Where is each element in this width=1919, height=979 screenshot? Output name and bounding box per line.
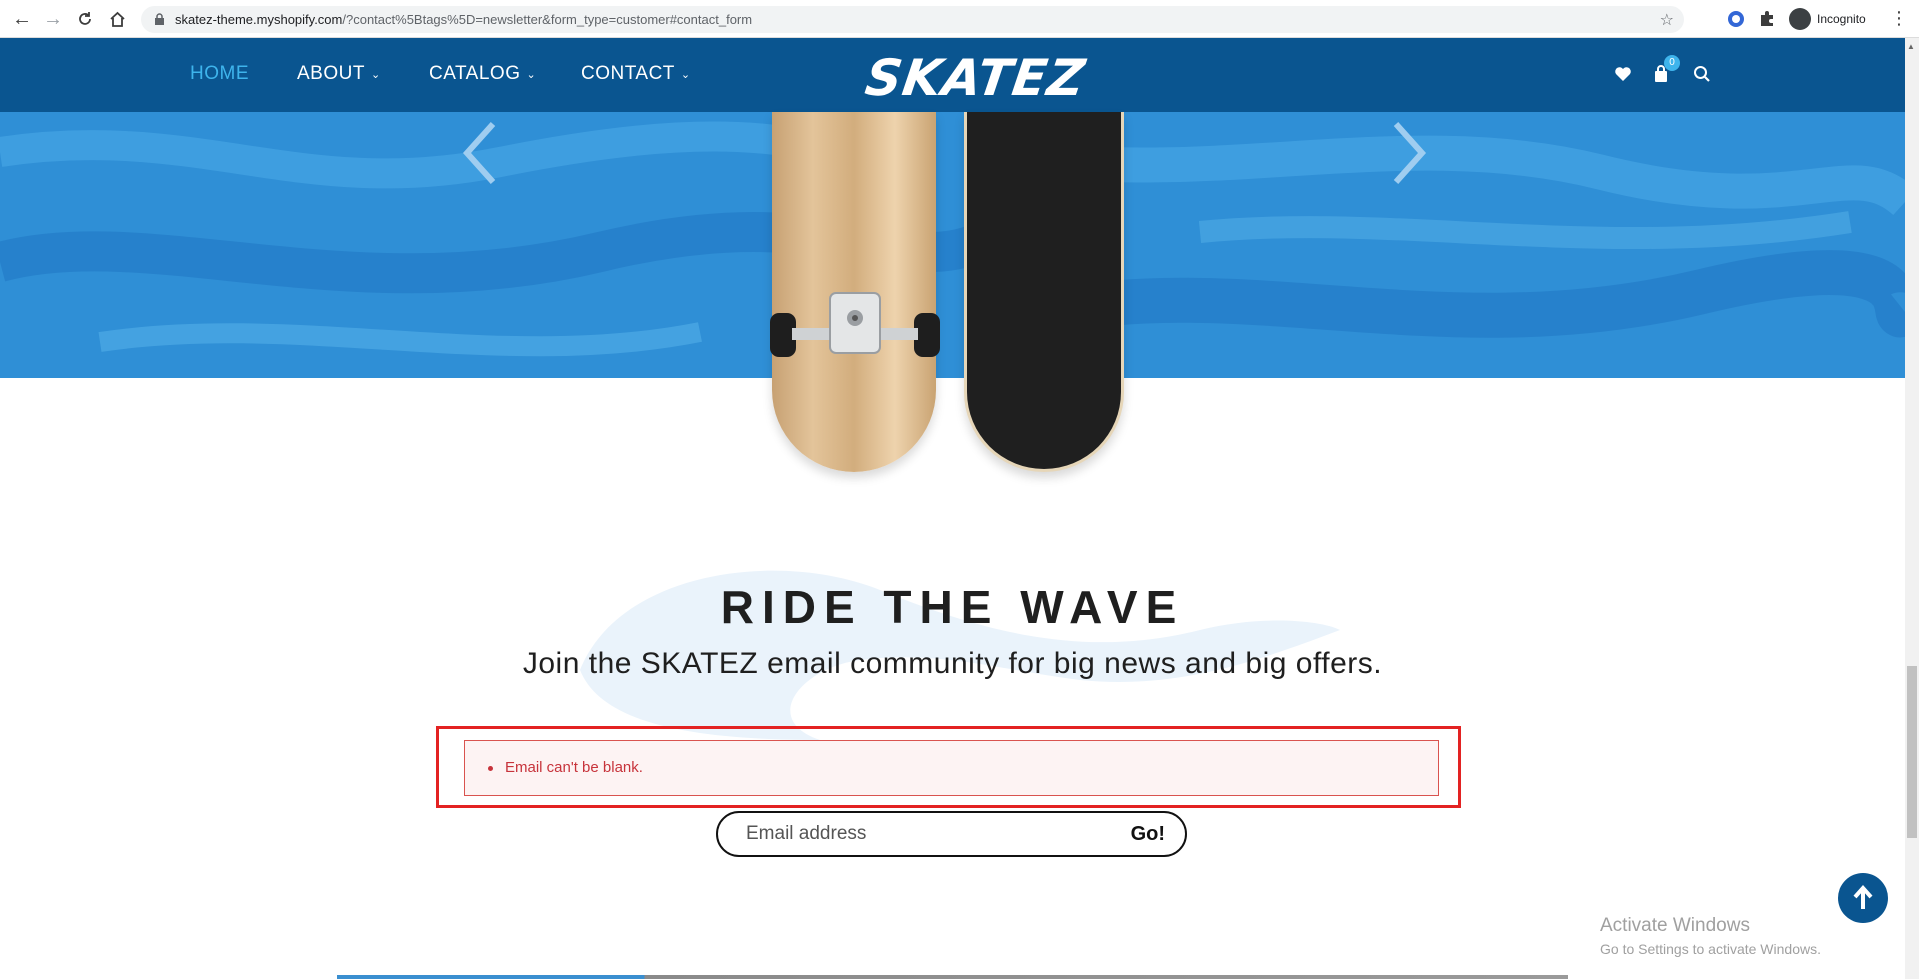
forward-icon[interactable]: → (41, 7, 65, 31)
error-bullet-icon (488, 766, 493, 771)
nav-catalog[interactable]: CATALOG ⌄ (429, 62, 536, 86)
incognito-avatar-icon (1789, 8, 1811, 30)
arrow-up-icon (1853, 885, 1873, 909)
wishlist-heart-icon[interactable] (1613, 64, 1633, 84)
subscribe-go-button[interactable]: Go! (1131, 821, 1165, 847)
nav-catalog-label: CATALOG (429, 63, 521, 84)
nav-about-label: ABOUT (297, 63, 365, 84)
slider-prev-arrow-icon[interactable] (455, 118, 505, 188)
reload-icon[interactable] (73, 7, 97, 31)
incognito-label: Incognito (1817, 12, 1866, 26)
chevron-down-icon: ⌄ (680, 68, 691, 81)
newsletter-form: Go! (716, 811, 1187, 857)
skateboard-truck-image (770, 292, 940, 357)
newsletter-subtitle: Join the SKATEZ email community for big … (522, 647, 1383, 680)
scroll-thumb[interactable] (1907, 666, 1917, 838)
browser-menu-icon[interactable]: ⋮ (1890, 8, 1908, 29)
url-text: skatez-theme.myshopify.com/?contact%5Bta… (175, 12, 753, 27)
slider-next-arrow-icon[interactable] (1384, 118, 1434, 188)
back-icon[interactable]: ← (10, 7, 34, 31)
black-skateboard-image (964, 112, 1124, 472)
email-input[interactable] (746, 821, 1086, 847)
home-icon[interactable] (105, 7, 129, 31)
activate-windows-hint: Go to Settings to activate Windows. (1600, 941, 1821, 957)
hero-banner (0, 112, 1905, 378)
scroll-up-arrow-icon[interactable]: ▲ (1907, 42, 1915, 51)
bookmark-star-icon[interactable]: ☆ (1660, 10, 1674, 30)
search-icon[interactable] (1692, 64, 1712, 84)
next-section-images (337, 975, 1568, 979)
lock-icon (155, 13, 164, 25)
activate-windows-title: Activate Windows (1600, 915, 1750, 936)
error-message: Email can't be blank. (505, 759, 643, 776)
chevron-down-icon: ⌄ (370, 68, 381, 81)
nav-home-label: HOME (190, 63, 249, 84)
nav-about[interactable]: ABOUT ⌄ (297, 62, 381, 86)
incognito-profile[interactable]: Incognito (1789, 7, 1866, 31)
form-error-alert: Email can't be blank. (464, 740, 1439, 796)
site-logo[interactable]: SKATEZ (862, 49, 1089, 107)
newsletter-title: RIDE THE WAVE (720, 581, 1185, 633)
address-bar[interactable]: skatez-theme.myshopify.com/?contact%5Bta… (141, 6, 1684, 33)
hero-water-texture (0, 121, 1905, 357)
back-to-top-button[interactable] (1838, 873, 1888, 923)
page-scrollbar[interactable]: ▲ (1905, 38, 1919, 979)
nav-contact[interactable]: CONTACT ⌄ (581, 62, 691, 86)
nav-contact-label: CONTACT (581, 63, 675, 84)
cart-count-badge: 0 (1664, 55, 1680, 71)
chevron-down-icon: ⌄ (526, 68, 537, 81)
extension-globe-icon[interactable] (1726, 9, 1746, 29)
extensions-puzzle-icon[interactable] (1757, 9, 1777, 29)
nav-home[interactable]: HOME (190, 62, 249, 86)
browser-toolbar: ← → skatez-theme.myshopify.com/?contact%… (0, 0, 1919, 38)
